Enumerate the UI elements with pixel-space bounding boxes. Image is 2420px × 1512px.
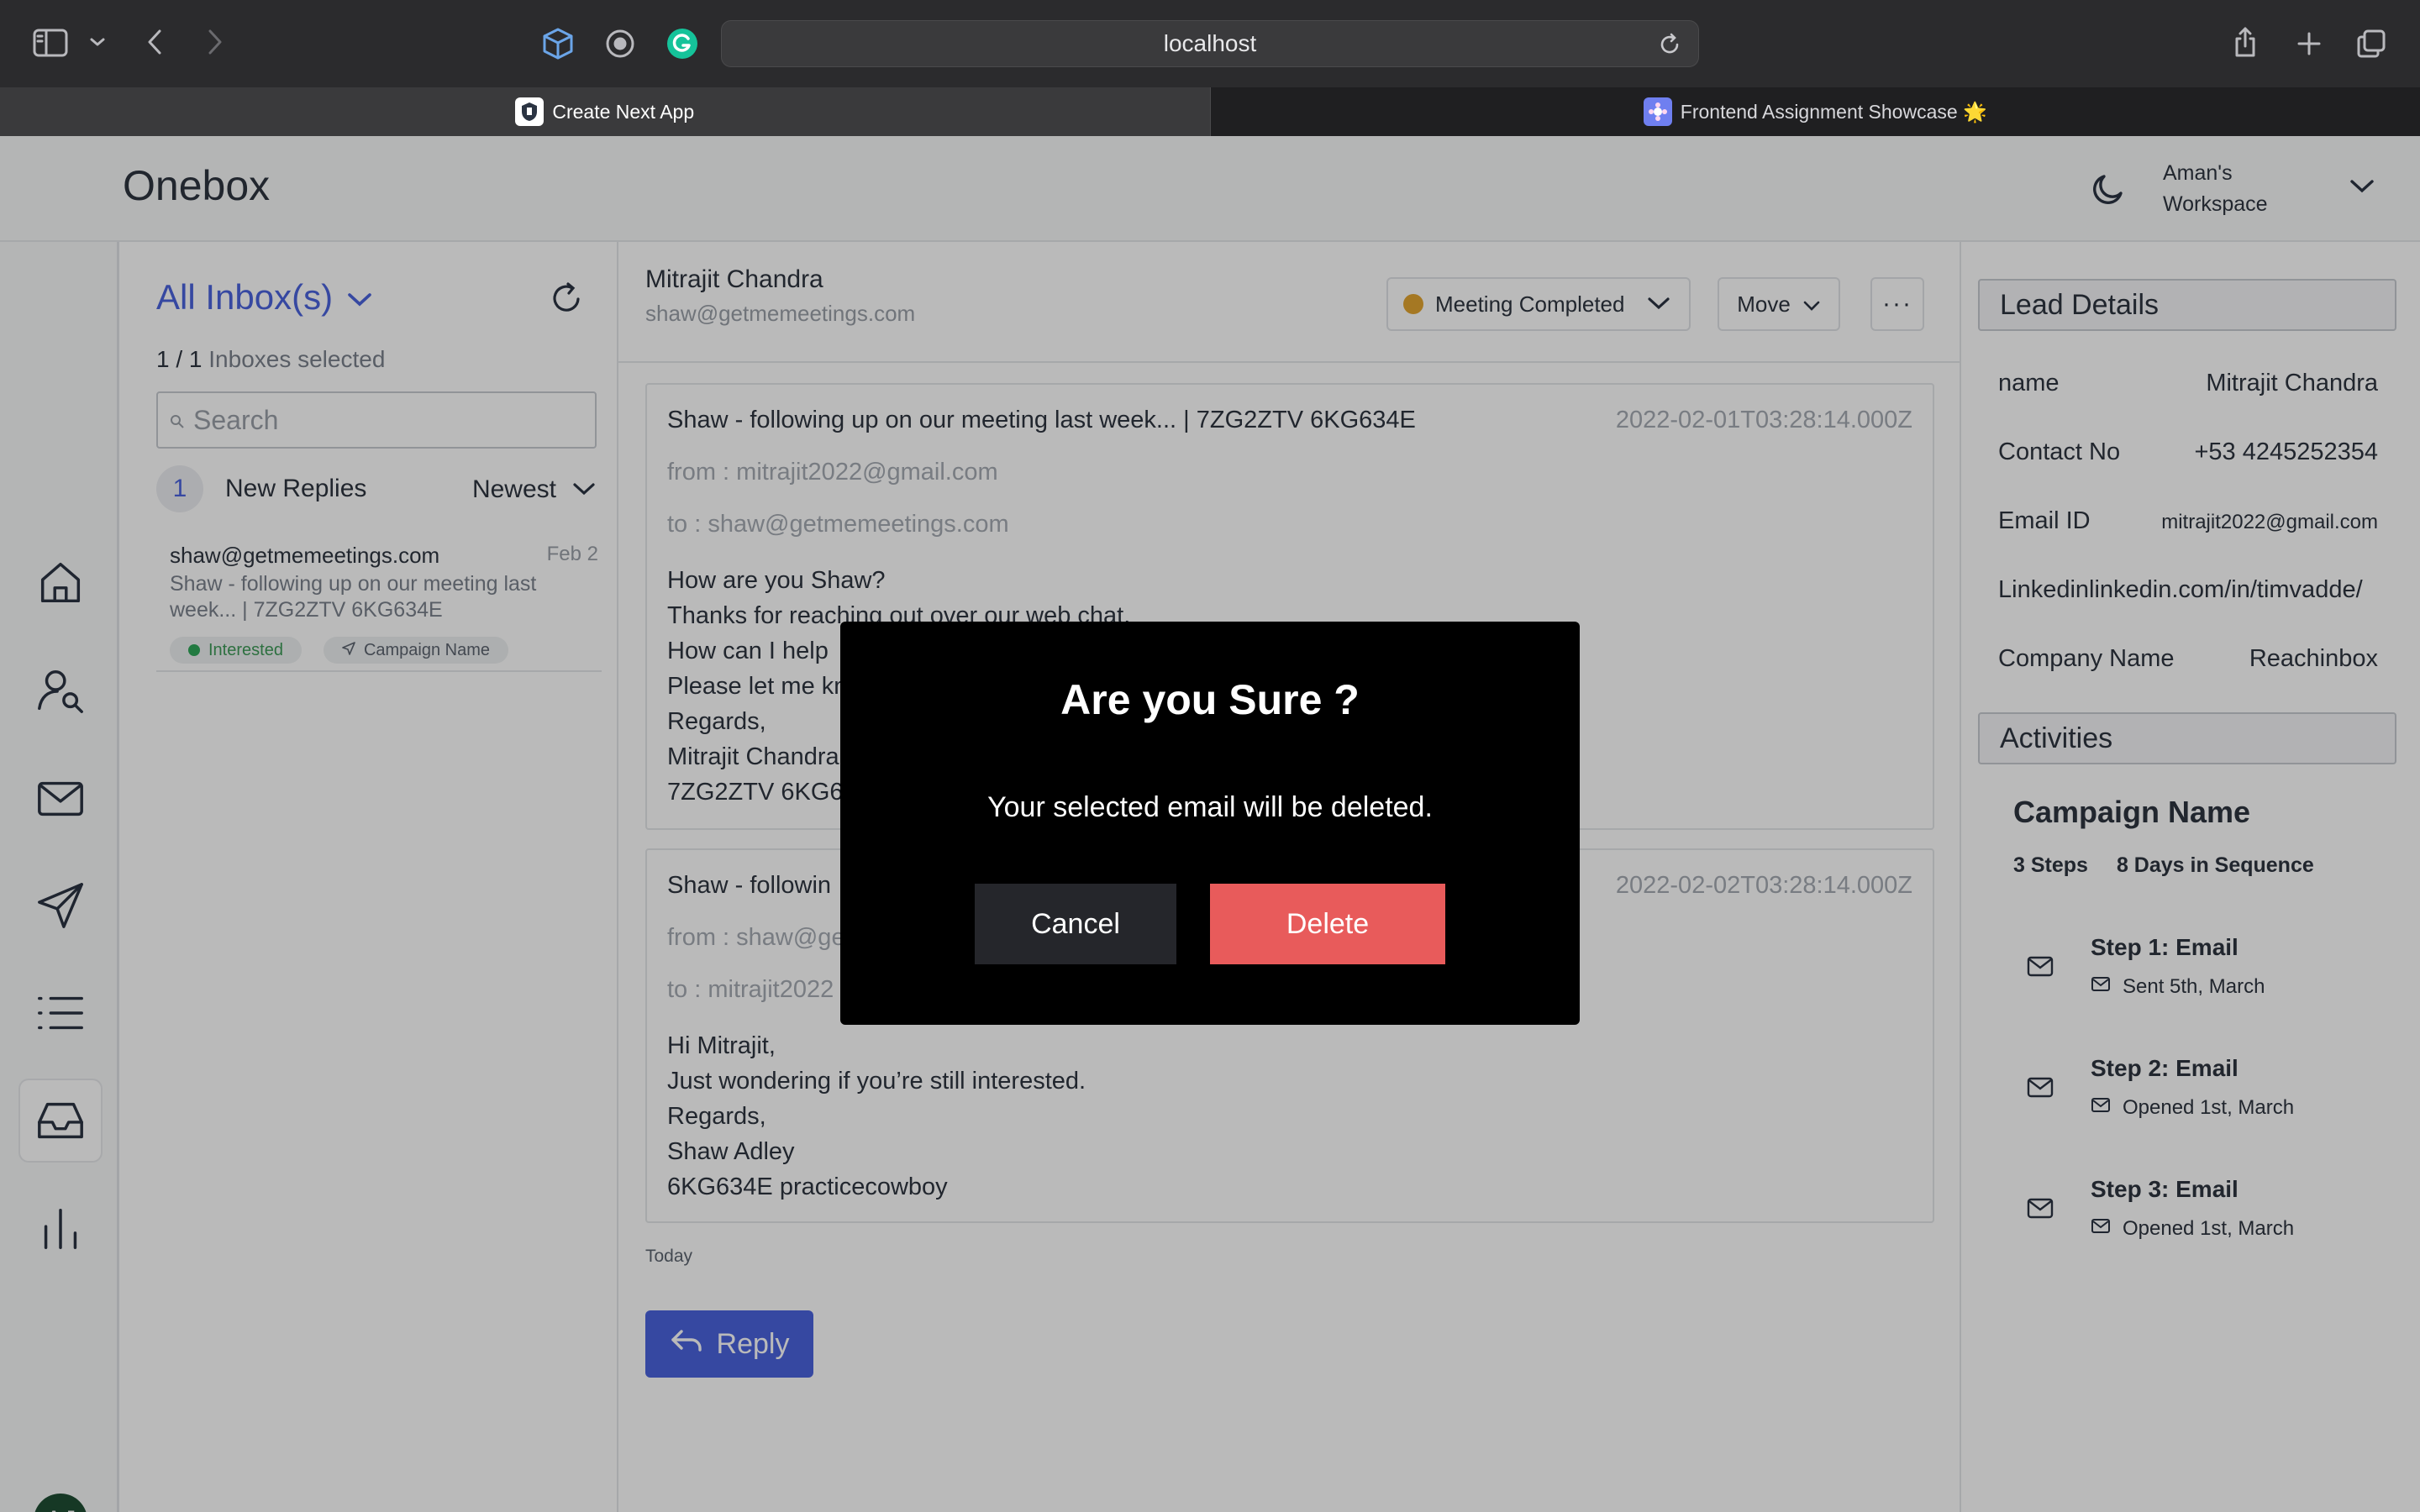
- chevron-down-icon[interactable]: [86, 30, 109, 54]
- forward-icon[interactable]: [198, 25, 232, 59]
- flower-favicon-icon: [1643, 97, 1672, 126]
- address-bar[interactable]: localhost: [721, 20, 1699, 67]
- tab-title: Frontend Assignment Showcase 🌟: [1680, 100, 1987, 123]
- extension-record-icon[interactable]: [602, 25, 639, 62]
- browser-toolbar: localhost: [0, 0, 2420, 86]
- url-text: localhost: [1163, 30, 1257, 56]
- sidebar-toggle-icon[interactable]: [30, 25, 71, 60]
- grammarly-icon[interactable]: [664, 25, 701, 62]
- delete-button[interactable]: Delete: [1210, 884, 1445, 964]
- dialog-message: Your selected email will be deleted.: [987, 791, 1433, 823]
- share-icon[interactable]: [2227, 24, 2264, 60]
- tab-overview-icon[interactable]: [2353, 25, 2390, 62]
- tab-create-next-app[interactable]: Create Next App: [0, 87, 1210, 136]
- confirm-delete-dialog: Are you Sure ? Your selected email will …: [840, 622, 1580, 1025]
- browser-chrome: localhost Create Next App Frontend Assig…: [0, 0, 2420, 136]
- dialog-title: Are you Sure ?: [1060, 676, 1360, 723]
- extension-cube-icon[interactable]: [539, 25, 576, 62]
- tab-frontend-showcase[interactable]: Frontend Assignment Showcase 🌟: [1209, 87, 2420, 136]
- new-tab-icon[interactable]: [2291, 25, 2328, 62]
- back-icon[interactable]: [138, 25, 171, 59]
- shield-favicon-icon: [515, 97, 544, 126]
- reload-icon[interactable]: [1658, 33, 1681, 56]
- tab-bar: Create Next App Frontend Assignment Show…: [0, 87, 2420, 136]
- cancel-button[interactable]: Cancel: [975, 884, 1176, 964]
- tab-title: Create Next App: [552, 100, 695, 123]
